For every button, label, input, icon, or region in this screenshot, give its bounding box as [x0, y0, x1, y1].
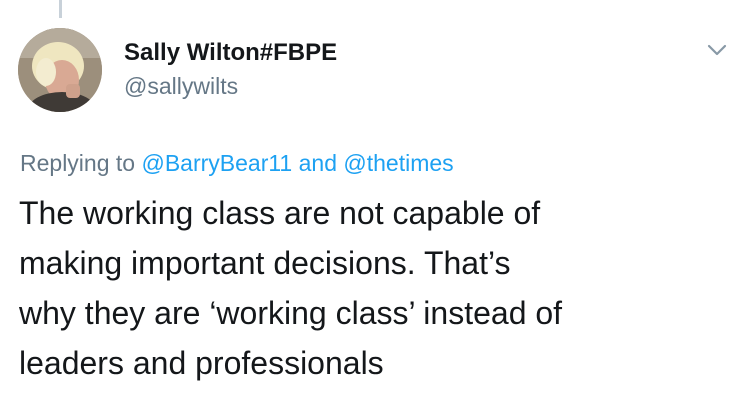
- tweet-text-line: why they are ‘working class’ instead of: [19, 295, 563, 331]
- reply-context: Replying to @BarryBear11 and @thetimes: [20, 148, 454, 178]
- tweet-text: The working class are not capable of mak…: [19, 188, 734, 388]
- reply-prefix: Replying to: [20, 150, 136, 176]
- thread-connector-line: [59, 0, 62, 18]
- mention-link[interactable]: @thetimes: [343, 150, 453, 176]
- author-block[interactable]: Sally Wilton#FBPE @sallywilts: [124, 38, 337, 101]
- avatar[interactable]: [18, 28, 102, 112]
- avatar-photo: [18, 28, 102, 112]
- tweet-text-line: leaders and professionals: [19, 345, 384, 381]
- mention-link[interactable]: @BarryBear11: [141, 150, 292, 176]
- reply-conjunction: and: [298, 150, 337, 176]
- tweet-text-line: making important decisions. That’s: [19, 245, 511, 281]
- author-handle[interactable]: @sallywilts: [124, 71, 337, 101]
- tweet-text-line: The working class are not capable of: [19, 195, 541, 231]
- author-display-name[interactable]: Sally Wilton#FBPE: [124, 38, 337, 68]
- chevron-down-icon[interactable]: [704, 40, 730, 60]
